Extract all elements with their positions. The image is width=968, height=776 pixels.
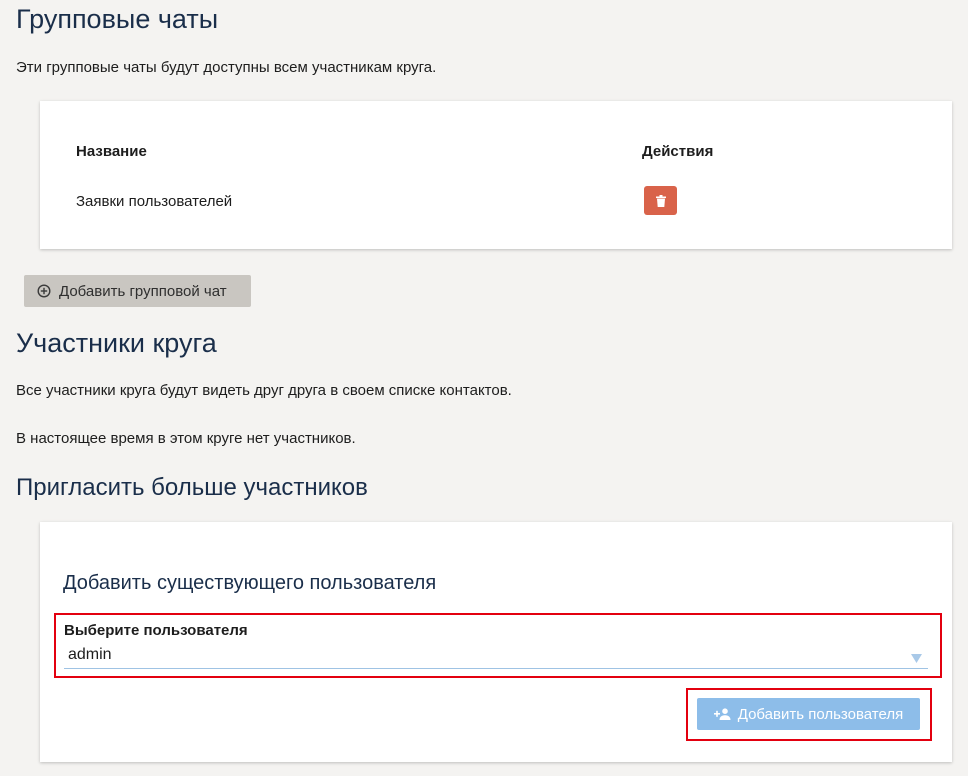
table-row-chat-name: Заявки пользователей [76, 193, 233, 210]
trash-icon [655, 194, 666, 207]
select-user-highlight [54, 613, 942, 678]
add-circle-icon [37, 284, 51, 298]
add-user-highlight [686, 688, 932, 741]
group-chats-title: Групповые чаты [16, 4, 219, 34]
column-header-actions: Действия [642, 143, 714, 160]
members-description: Все участники круга будут видеть друг др… [16, 382, 512, 399]
group-chats-table-card: Название Действия Заявки пользователей [40, 101, 952, 249]
add-group-chat-button[interactable]: Добавить групповой чат [24, 275, 251, 307]
members-status: В настоящее время в этом круге нет участ… [16, 430, 356, 447]
group-chats-description: Эти групповые чаты будут доступны всем у… [16, 59, 437, 76]
column-header-name: Название [76, 143, 147, 160]
add-group-chat-label: Добавить групповой чат [59, 282, 227, 300]
delete-chat-button[interactable] [644, 186, 677, 215]
members-title: Участники круга [16, 328, 217, 358]
invite-title: Пригласить больше участников [16, 474, 368, 501]
add-existing-user-title: Добавить существующего пользователя [63, 572, 437, 594]
page: Групповые чаты Эти групповые чаты будут … [0, 0, 968, 776]
